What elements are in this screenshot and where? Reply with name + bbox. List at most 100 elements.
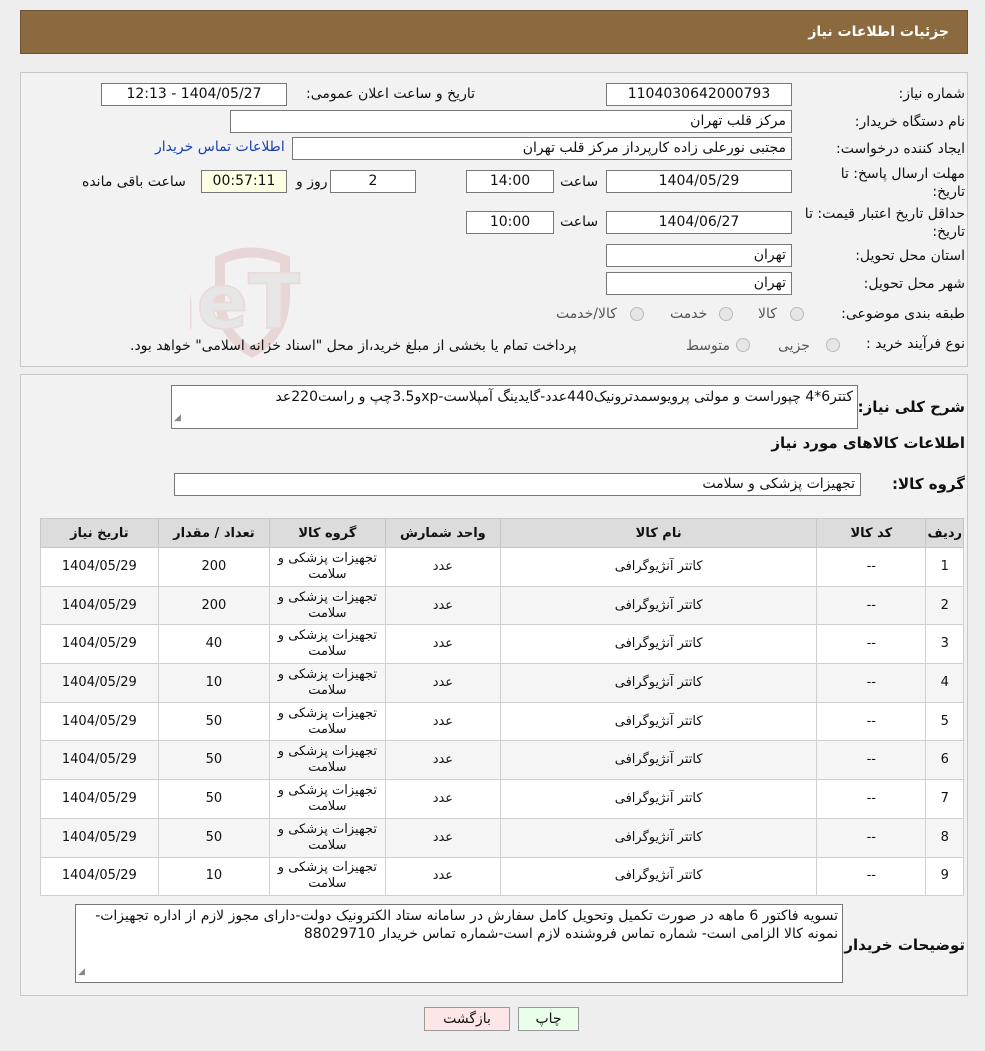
deadline-label-date: تاریخ: [932, 184, 965, 200]
cell-goods-code: -- [816, 779, 927, 819]
cell-quantity: 10 [157, 856, 271, 897]
cell-goods-group: تجهیزات پزشکی و سلامت [269, 740, 386, 781]
cell-unit: عدد [384, 547, 502, 587]
table-row: 5 -- کاتتر آنژیوگرافی عدد تجهیزات پزشکی و سل… [40, 701, 964, 742]
city-label: شهر محل تحویل: [863, 276, 965, 292]
cell-goods-name: کاتتر آنژیوگرافی [500, 856, 818, 897]
time-remaining-field: 00:57:11 [201, 170, 287, 193]
table-row: 1 -- کاتتر آنژیوگرافی عدد تجهیزات پزشکی و سل… [40, 547, 964, 587]
price-validity-date-field: 1404/06/27 [606, 211, 792, 234]
cell-quantity: 200 [157, 547, 271, 587]
cell-goods-group: تجهیزات پزشکی و سلامت [269, 856, 386, 897]
purchase-minor-radio[interactable] [826, 338, 840, 352]
time-remaining-label: ساعت باقی مانده [82, 174, 186, 190]
cell-goods-name: کاتتر آنژیوگرافی [500, 547, 818, 587]
cell-goods-code: -- [816, 585, 927, 626]
need-number-field: 1104030642000793 [606, 83, 792, 106]
cell-goods-group: تجهیزات پزشکی و سلامت [269, 663, 386, 703]
cell-goods-group: تجهیزات پزشکی و سلامت [269, 585, 386, 626]
price-validity-label: حداقل تاریخ اعتبار قیمت: تا [804, 206, 965, 222]
province-field: تهران [606, 244, 792, 267]
days-label: روز و [296, 174, 328, 190]
cell-need-date: 1404/05/29 [40, 701, 159, 742]
buyer-contact-link[interactable]: اطلاعات تماس خریدار [155, 139, 285, 155]
cell-row-number: 6 [925, 740, 964, 781]
table-row: 6 -- کاتتر آنژیوگرافی عدد تجهیزات پزشکی و سل… [40, 740, 964, 781]
goods-info-title: اطلاعات کالاهای مورد نیاز [771, 434, 965, 452]
cell-quantity: 10 [157, 663, 271, 703]
table-row: 3 -- کاتتر آنژیوگرافی عدد تجهیزات پزشکی و سل… [40, 624, 964, 665]
category-goods-service-radio[interactable] [630, 307, 644, 321]
cell-goods-group: تجهیزات پزشکی و سلامت [269, 779, 386, 819]
summary-textarea[interactable]: کتتر6*4 چپوراست و مولتی پرویوسمدترونیک44… [171, 385, 858, 429]
cell-need-date: 1404/05/29 [40, 585, 159, 626]
cell-row-number: 2 [925, 585, 964, 626]
cell-goods-code: -- [816, 817, 927, 858]
summary-label: شرح کلی نیاز: [857, 398, 965, 416]
cell-goods-group: تجهیزات پزشکی و سلامت [269, 817, 386, 858]
table-row: 2 -- کاتتر آنژیوگرافی عدد تجهیزات پزشکی و سل… [40, 585, 964, 626]
buyer-notes-textarea[interactable]: تسویه فاکتور 6 ماهه در صورت تکمیل وتحویل… [75, 904, 843, 983]
category-goods-radio[interactable] [790, 307, 804, 321]
table-row: 4 -- کاتتر آنژیوگرافی عدد تجهیزات پزشکی و سل… [40, 663, 964, 703]
cell-unit: عدد [384, 624, 502, 665]
cell-goods-group: تجهیزات پزشکی و سلامت [269, 624, 386, 665]
resize-grip-icon[interactable]: ◢ [174, 409, 181, 427]
cell-quantity: 50 [157, 817, 271, 858]
category-label: طبقه بندی موضوعی: [841, 306, 965, 322]
deadline-time-field: 14:00 [466, 170, 554, 193]
price-validity-time-field: 10:00 [466, 211, 554, 234]
table-row: 7 -- کاتتر آنژیوگرافی عدد تجهیزات پزشکی و سل… [40, 779, 964, 819]
cell-need-date: 1404/05/29 [40, 624, 159, 665]
resize-grip-icon[interactable]: ◢ [78, 963, 85, 981]
cell-row-number: 3 [925, 624, 964, 665]
category-service-radio[interactable] [719, 307, 733, 321]
buyer-org-field: مرکز قلب تهران [230, 110, 792, 133]
cell-goods-code: -- [816, 624, 927, 665]
cell-goods-code: -- [816, 663, 927, 703]
table-row: 8 -- کاتتر آنژیوگرافی عدد تجهیزات پزشکی و سل… [40, 817, 964, 858]
cell-unit: عدد [384, 740, 502, 781]
cell-need-date: 1404/05/29 [40, 547, 159, 587]
cell-goods-code: -- [816, 701, 927, 742]
cell-goods-code: -- [816, 547, 927, 587]
cell-quantity: 50 [157, 701, 271, 742]
goods-table: ردیف کد کالا نام کالا واحد شمارش گروه کا… [40, 518, 964, 897]
col-goods-group: گروه کالا [269, 518, 386, 548]
purchase-medium-radio[interactable] [736, 338, 750, 352]
cell-goods-name: کاتتر آنژیوگرافی [500, 585, 818, 626]
cell-quantity: 50 [157, 779, 271, 819]
cell-unit: عدد [384, 856, 502, 897]
col-goods-name: نام کالا [500, 518, 818, 548]
print-button[interactable]: چاپ [518, 1007, 579, 1031]
table-row: 9 -- کاتتر آنژیوگرافی عدد تجهیزات پزشکی و سل… [40, 856, 964, 897]
purchase-type-label: نوع فرآیند خرید : [866, 336, 965, 352]
cell-goods-name: کاتتر آنژیوگرافی [500, 663, 818, 703]
deadline-label: مهلت ارسال پاسخ: تا [840, 166, 965, 182]
cell-goods-code: -- [816, 856, 927, 897]
cell-unit: عدد [384, 779, 502, 819]
col-unit: واحد شمارش [384, 518, 502, 548]
back-button[interactable]: بازگشت [424, 1007, 510, 1031]
page-header: جزئیات اطلاعات نیاز [20, 10, 968, 54]
creator-field: مجتبی نورعلی زاده کارپرداز مرکز قلب تهرا… [292, 137, 792, 160]
price-validity-label-date: تاریخ: [932, 224, 965, 240]
cell-row-number: 9 [925, 856, 964, 897]
cell-goods-name: کاتتر آنژیوگرافی [500, 817, 818, 858]
cell-goods-group: تجهیزات پزشکی و سلامت [269, 547, 386, 587]
summary-text: کتتر6*4 چپوراست و مولتی پرویوسمدترونیک44… [275, 389, 853, 405]
cell-goods-name: کاتتر آنژیوگرافی [500, 779, 818, 819]
days-remaining-field: 2 [330, 170, 416, 193]
cell-row-number: 7 [925, 779, 964, 819]
category-goods-service-label: کالا/خدمت [556, 306, 617, 322]
cell-goods-name: کاتتر آنژیوگرافی [500, 624, 818, 665]
cell-row-number: 8 [925, 817, 964, 858]
cell-goods-name: کاتتر آنژیوگرافی [500, 701, 818, 742]
category-service-label: خدمت [670, 306, 708, 322]
cell-goods-code: -- [816, 740, 927, 781]
cell-unit: عدد [384, 701, 502, 742]
col-need-date: تاریخ نیاز [40, 518, 159, 548]
purchase-minor-label: جزیی [778, 338, 810, 354]
price-validity-time-label: ساعت [560, 214, 599, 230]
province-label: استان محل تحویل: [855, 248, 965, 264]
